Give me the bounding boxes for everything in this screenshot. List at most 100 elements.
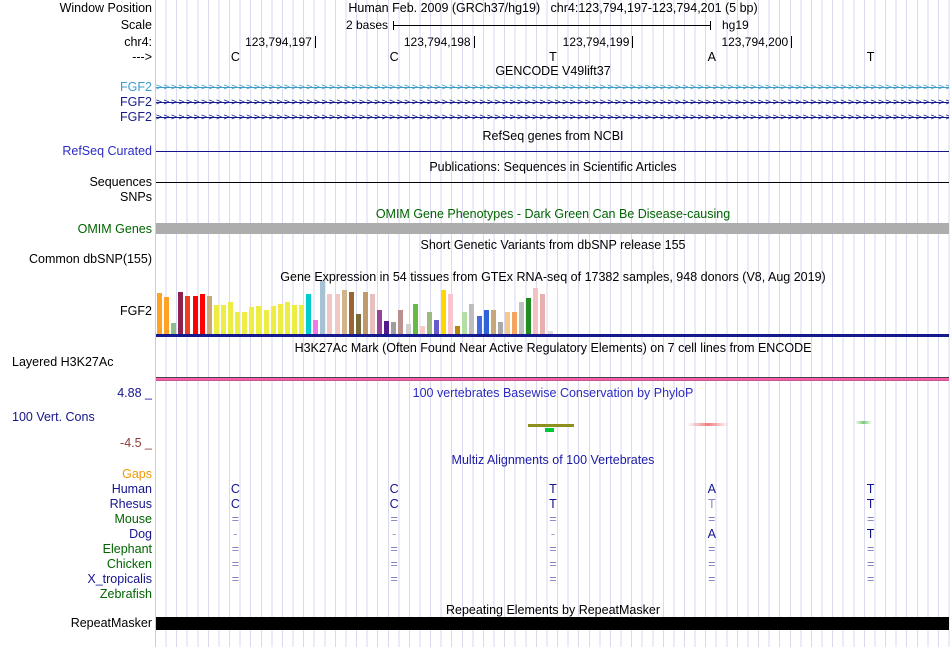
- h3k27ac-signal-band[interactable]: [156, 377, 949, 381]
- multiz-alignment-cell: =: [866, 557, 875, 571]
- track-label-layered-h3k27ac[interactable]: Layered H3K27Ac: [12, 355, 132, 370]
- gtex-tissue-bar: [391, 322, 397, 334]
- track-title-multiz[interactable]: Multiz Alignments of 100 Vertebrates: [156, 453, 950, 468]
- multiz-species-label[interactable]: Mouse: [2, 512, 152, 527]
- scale-ruler-tick-right: [710, 21, 711, 30]
- sequences-item-line[interactable]: [156, 182, 949, 183]
- multiz-alignment-cell: T: [707, 497, 716, 511]
- multiz-alignment-cell: =: [390, 542, 398, 556]
- scale-value: 2 bases: [345, 18, 388, 32]
- track-label-repeatmasker[interactable]: RepeatMasker: [2, 616, 152, 631]
- gtex-tissue-bar: [377, 310, 383, 334]
- repeatmasker-element-bar[interactable]: [156, 617, 949, 630]
- gtex-tissue-bar: [199, 294, 205, 334]
- gtex-expression-bar-chart[interactable]: [156, 279, 950, 334]
- gene-arrow-glyphs: >>>>>>>>>>>>>>>>>>>>>>>>>>>>>>>>>>>>>>>>…: [156, 97, 949, 108]
- multiz-alignment-cell: =: [231, 572, 240, 586]
- multiz-alignment-cell: =: [549, 542, 557, 556]
- multiz-species-label[interactable]: Chicken: [2, 557, 152, 572]
- gtex-tissue-bar: [526, 298, 532, 334]
- gtex-tissue-bar: [334, 294, 340, 334]
- track-title-publications[interactable]: Publications: Sequences in Scientific Ar…: [156, 160, 950, 175]
- gtex-tissue-bar: [412, 304, 418, 334]
- gtex-tissue-bar: [164, 297, 170, 334]
- phylop-min-limit: -4.5 _: [120, 436, 152, 450]
- gtex-tissue-bar: [405, 324, 411, 334]
- multiz-alignment-cell: -: [392, 527, 397, 541]
- dna-base-letter: C: [230, 50, 240, 64]
- gtex-tissue-bar: [313, 320, 319, 334]
- multiz-alignment-cell: =: [231, 542, 240, 556]
- multiz-species-label[interactable]: Gaps: [2, 467, 152, 482]
- dna-base-letter: A: [707, 50, 716, 64]
- gtex-tissue-bar: [277, 304, 283, 334]
- gtex-tissue-bar: [462, 312, 468, 334]
- multiz-alignment-cell: =: [866, 542, 875, 556]
- gtex-tissue-bar: [384, 321, 390, 334]
- multiz-species-label[interactable]: X_tropicalis: [2, 572, 152, 587]
- genome-browser-image[interactable]: Window Position Human Feb. 2009 (GRCh37/…: [0, 0, 950, 647]
- dna-base-letter: T: [549, 50, 557, 64]
- track-label-gtex-fgf2[interactable]: FGF2: [2, 304, 152, 319]
- gtex-tissue-bar: [519, 302, 525, 334]
- multiz-alignment-cell: T: [866, 527, 875, 541]
- multiz-species-label[interactable]: Rhesus: [2, 497, 152, 512]
- gene-label-fgf2[interactable]: FGF2: [2, 95, 152, 110]
- position-tick-mark: [315, 36, 316, 48]
- gtex-tissue-bar: [398, 310, 404, 334]
- gtex-tissue-bar: [512, 312, 517, 334]
- scale-ruler-tick-left: [393, 21, 394, 30]
- position-tick-label: 123,794,197: [245, 35, 312, 49]
- scale-ruler-line: [393, 25, 710, 26]
- dna-base-letter: T: [866, 50, 875, 64]
- gtex-tissue-bar: [235, 312, 241, 334]
- position-tick-label: 123,794,200: [721, 35, 789, 49]
- multiz-species-label[interactable]: Elephant: [2, 542, 152, 557]
- multiz-alignment-cell: C: [230, 482, 240, 496]
- phylop-mark: [528, 424, 574, 427]
- multiz-species-label[interactable]: Dog: [2, 527, 152, 542]
- multiz-alignment-cell: C: [389, 482, 399, 496]
- gtex-tissue-bar: [157, 293, 162, 334]
- multiz-alignment-cell: =: [708, 512, 716, 526]
- track-title-refseq[interactable]: RefSeq genes from NCBI: [156, 129, 950, 144]
- window-position-label: Window Position: [59, 1, 152, 15]
- track-title-repeatmasker[interactable]: Repeating Elements by RepeatMasker: [156, 603, 950, 618]
- track-title-h3k27ac[interactable]: H3K27Ac Mark (Often Found Near Active Re…: [156, 341, 950, 356]
- multiz-alignment-cell: C: [230, 497, 240, 511]
- track-title-omim[interactable]: OMIM Gene Phenotypes - Dark Green Can Be…: [156, 207, 950, 222]
- gene-exon-arrows[interactable]: >>>>>>>>>>>>>>>>>>>>>>>>>>>>>>>>>>>>>>>>…: [156, 80, 949, 95]
- gtex-tissue-bar: [348, 292, 354, 334]
- omim-gene-bar[interactable]: [156, 223, 949, 234]
- gtex-tissue-bar: [249, 307, 255, 334]
- track-title-phylop[interactable]: 100 vertebrates Basewise Conservation by…: [156, 386, 950, 401]
- gtex-tissue-bar: [242, 312, 248, 334]
- direction-label[interactable]: --->: [2, 50, 152, 65]
- track-label-sequences[interactable]: Sequences: [2, 175, 152, 190]
- track-title-dbsnp[interactable]: Short Genetic Variants from dbSNP releas…: [156, 238, 950, 253]
- track-title-gencode[interactable]: GENCODE V49lift37: [156, 64, 950, 79]
- multiz-alignment-cell: =: [549, 572, 557, 586]
- gtex-baseline: [156, 334, 949, 337]
- track-label-refseq-curated[interactable]: RefSeq Curated: [2, 144, 152, 159]
- gene-exon-arrows[interactable]: >>>>>>>>>>>>>>>>>>>>>>>>>>>>>>>>>>>>>>>>…: [156, 95, 949, 110]
- gtex-tissue-bar: [469, 304, 475, 334]
- gene-exon-arrows[interactable]: >>>>>>>>>>>>>>>>>>>>>>>>>>>>>>>>>>>>>>>>…: [156, 110, 949, 125]
- dna-base-letter: C: [389, 50, 399, 64]
- multiz-alignment-cell: =: [390, 512, 398, 526]
- multiz-species-label[interactable]: Human: [2, 482, 152, 497]
- track-label-common-dbsnp[interactable]: Common dbSNP(155): [2, 252, 152, 267]
- track-label-omim-genes[interactable]: OMIM Genes: [2, 222, 152, 237]
- gtex-tissue-bar: [213, 305, 219, 334]
- gene-label-fgf2[interactable]: FGF2: [2, 80, 152, 95]
- refseq-gene-line[interactable]: [156, 151, 949, 152]
- gene-label-fgf2[interactable]: FGF2: [2, 110, 152, 125]
- multiz-species-label[interactable]: Zebrafish: [2, 587, 152, 602]
- track-label-snps[interactable]: SNPs: [2, 190, 152, 205]
- gtex-tissue-bar: [306, 294, 312, 334]
- gtex-tissue-bar: [171, 323, 177, 334]
- multiz-alignment-cell: =: [708, 557, 716, 571]
- multiz-alignment-cell: =: [231, 512, 240, 526]
- track-label-100-vert-cons[interactable]: 100 Vert. Cons: [12, 410, 122, 425]
- scale-label: Scale: [120, 18, 152, 32]
